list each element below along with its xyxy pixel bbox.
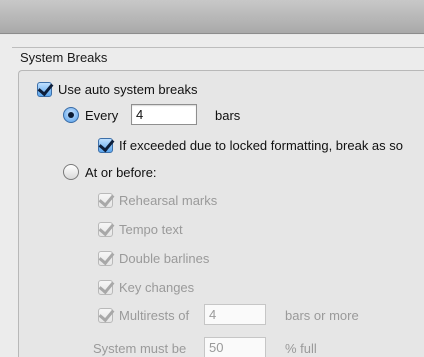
section-title: System Breaks	[20, 50, 108, 65]
rehearsal-marks-checkbox[interactable]	[98, 193, 113, 208]
tempo-text-label: Tempo text	[119, 222, 183, 237]
locked-formatting-checkbox[interactable]	[98, 138, 113, 153]
key-changes-checkbox[interactable]	[98, 280, 113, 295]
at-or-before-radio[interactable]	[63, 164, 79, 180]
every-suffix-row: bars	[215, 108, 240, 123]
at-or-before-row[interactable]: At or before:	[63, 164, 157, 180]
every-bars-suffix: bars	[215, 108, 241, 123]
double-barlines-row[interactable]: Double barlines	[98, 251, 209, 266]
every-radio[interactable]	[63, 107, 79, 123]
system-full-input[interactable]	[204, 337, 266, 357]
key-changes-label: Key changes	[119, 280, 195, 295]
locked-formatting-label: If exceeded due to locked formatting, br…	[119, 138, 404, 153]
multirests-input[interactable]	[204, 304, 266, 325]
panel-divider	[12, 47, 424, 48]
system-full-row: System must be	[93, 341, 186, 356]
window-titlebar	[0, 0, 424, 34]
auto-breaks-row[interactable]: Use auto system breaks	[37, 82, 197, 97]
system-full-suffix: % full	[285, 341, 317, 356]
auto-breaks-checkbox[interactable]	[37, 82, 52, 97]
rehearsal-marks-label: Rehearsal marks	[119, 193, 218, 208]
at-or-before-label: At or before:	[85, 164, 157, 180]
double-barlines-label: Double barlines	[119, 251, 210, 266]
multirests-suffix-row: bars or more	[285, 308, 359, 323]
multirests-suffix: bars or more	[285, 308, 359, 323]
tempo-text-row[interactable]: Tempo text	[98, 222, 183, 237]
double-barlines-checkbox[interactable]	[98, 251, 113, 266]
every-label: Every	[85, 107, 119, 123]
every-bars-input[interactable]	[131, 104, 197, 125]
locked-formatting-row[interactable]: If exceeded due to locked formatting, br…	[98, 138, 403, 153]
multirests-label: Multirests of	[119, 308, 190, 323]
multirests-checkbox[interactable]	[98, 308, 113, 323]
tempo-text-checkbox[interactable]	[98, 222, 113, 237]
multirests-row[interactable]: Multirests of	[98, 308, 189, 323]
every-row: Every	[63, 107, 118, 123]
key-changes-row[interactable]: Key changes	[98, 280, 194, 295]
system-full-suffix-row: % full	[285, 341, 317, 356]
auto-breaks-label: Use auto system breaks	[58, 82, 198, 97]
system-full-label: System must be	[93, 341, 187, 356]
rehearsal-marks-row[interactable]: Rehearsal marks	[98, 193, 217, 208]
